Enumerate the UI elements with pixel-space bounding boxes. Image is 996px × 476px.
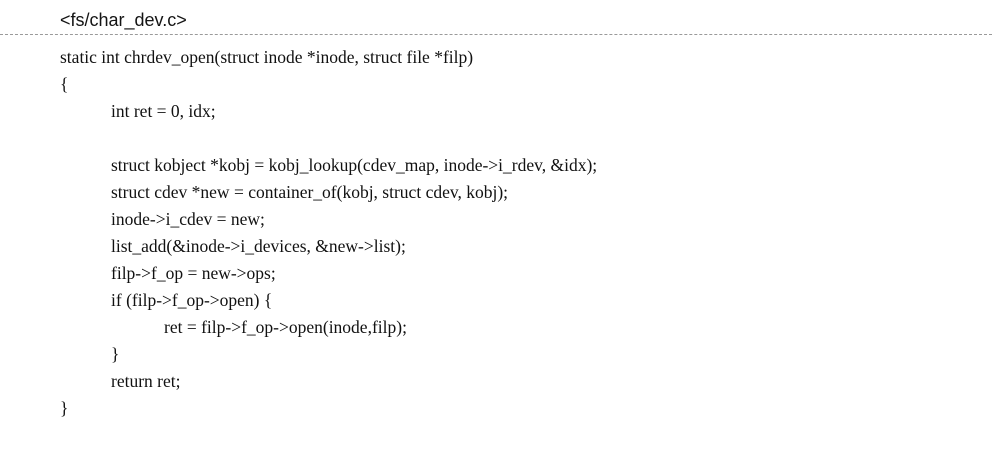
code-line: struct cdev *new = container_of(kobj, st… <box>111 182 509 202</box>
code-line: inode->i_cdev = new; <box>111 209 265 229</box>
code-line: filp->f_op = new->ops; <box>111 263 276 283</box>
code-line: return ret; <box>111 371 181 391</box>
code-line: if (filp->f_op->open) { <box>111 290 273 310</box>
code-line: int ret = 0, idx; <box>111 101 216 121</box>
document-page: <fs/char_dev.c> static int chrdev_open(s… <box>0 0 996 476</box>
code-listing: static int chrdev_open(struct inode *ino… <box>60 44 980 422</box>
code-line: } <box>60 398 69 418</box>
code-line: ret = filp->f_op->open(inode,filp); <box>164 317 407 337</box>
dashed-divider <box>0 34 992 35</box>
file-path-header: <fs/char_dev.c> <box>60 10 187 30</box>
code-line: static int chrdev_open(struct inode *ino… <box>60 47 474 67</box>
code-line: struct kobject *kobj = kobj_lookup(cdev_… <box>111 155 598 175</box>
code-line: list_add(&inode->i_devices, &new->list); <box>111 236 406 256</box>
code-line: } <box>111 344 120 364</box>
code-line: { <box>60 74 69 94</box>
